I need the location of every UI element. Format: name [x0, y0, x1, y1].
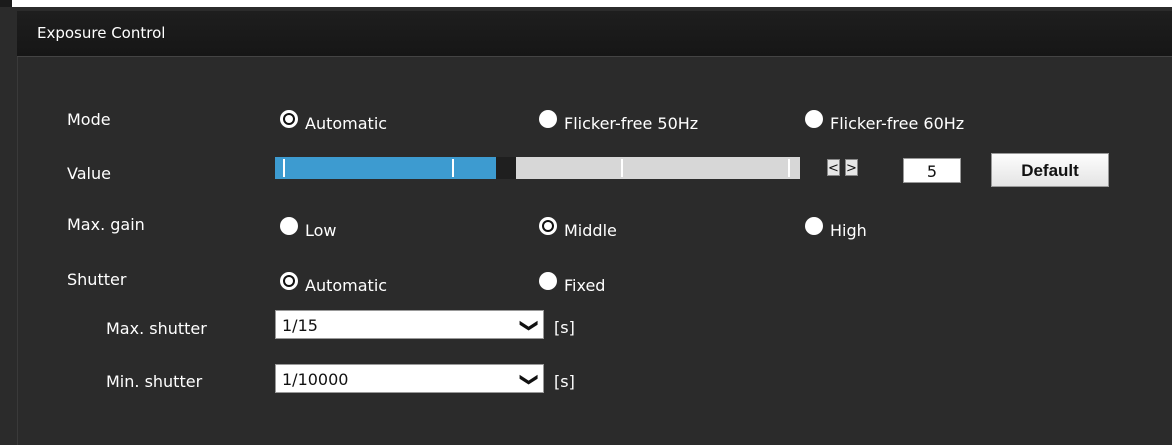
top-border [0, 0, 1172, 7]
slider-tick [621, 159, 623, 177]
gain-high-radio[interactable]: High [805, 213, 867, 240]
radio-unchecked-icon [280, 217, 298, 235]
shutter-automatic-radio[interactable]: Automatic [280, 268, 388, 295]
mode-flicker-60hz-radio[interactable]: Flicker-free 60Hz [805, 106, 965, 133]
max-gain-label: Max. gain [67, 215, 145, 234]
mode-flicker-50hz-radio[interactable]: Flicker-free 50Hz [539, 106, 699, 133]
panel-title: Exposure Control [37, 24, 166, 42]
max-shutter-label: Max. shutter [106, 319, 207, 338]
slider-tick [788, 159, 790, 177]
radio-label: Flicker-free 50Hz [564, 113, 699, 133]
radio-label: High [830, 220, 867, 240]
shutter-label: Shutter [67, 270, 127, 289]
default-button[interactable]: Default [991, 153, 1109, 187]
radio-label: Low [305, 220, 337, 240]
slider-thumb[interactable] [496, 157, 516, 179]
value-label: Value [67, 164, 111, 183]
radio-label: Automatic [305, 113, 388, 133]
min-shutter-label: Min. shutter [106, 372, 203, 391]
value-input[interactable]: 5 [903, 158, 961, 183]
max-shutter-unit: [s] [554, 318, 575, 337]
radio-label: Fixed [564, 275, 606, 295]
radio-label: Middle [564, 220, 617, 240]
chevron-down-icon: ❯ [518, 317, 540, 334]
radio-label: Automatic [305, 275, 388, 295]
radio-unchecked-icon [805, 110, 823, 128]
slider-tick [283, 159, 285, 177]
tab-edge [0, 0, 12, 7]
chevron-down-icon: ❯ [518, 371, 540, 388]
max-shutter-select[interactable]: 1/15 ❯ [275, 310, 544, 339]
min-shutter-unit: [s] [554, 372, 575, 391]
select-value: 1/10000 [282, 370, 349, 389]
radio-unchecked-icon [805, 217, 823, 235]
radio-label: Flicker-free 60Hz [830, 113, 965, 133]
gain-middle-radio[interactable]: Middle [539, 213, 617, 240]
slider-tick [452, 159, 454, 177]
radio-checked-icon [280, 272, 298, 290]
decrement-button[interactable]: < [827, 159, 840, 176]
radio-checked-icon [539, 217, 557, 235]
slider-fill [275, 157, 496, 179]
min-shutter-select[interactable]: 1/10000 ❯ [275, 364, 544, 393]
value-slider[interactable] [275, 157, 800, 179]
panel-edge [17, 57, 18, 445]
gain-low-radio[interactable]: Low [280, 213, 337, 240]
increment-button[interactable]: > [845, 159, 858, 176]
mode-automatic-radio[interactable]: Automatic [280, 106, 388, 133]
shutter-fixed-radio[interactable]: Fixed [539, 268, 606, 295]
mode-label: Mode [67, 110, 111, 129]
radio-checked-icon [280, 110, 298, 128]
select-value: 1/15 [282, 316, 318, 335]
radio-unchecked-icon [539, 110, 557, 128]
radio-unchecked-icon [539, 272, 557, 290]
panel-header: Exposure Control [17, 11, 1172, 57]
